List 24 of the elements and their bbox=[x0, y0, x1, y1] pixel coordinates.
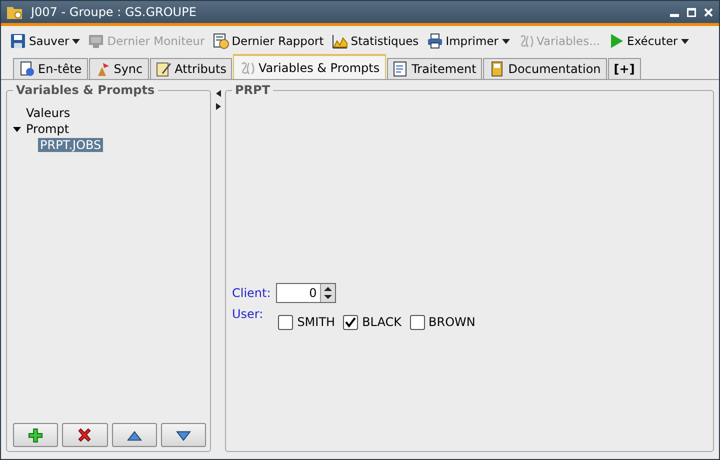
checkbox-label: BROWN bbox=[428, 315, 476, 329]
window-title: J007 - Groupe : GS.GROUPE bbox=[31, 5, 198, 19]
tab[interactable]: Variables & Prompts bbox=[233, 54, 386, 79]
field-label: User: bbox=[232, 306, 264, 320]
panel-title: Variables & Prompts bbox=[13, 83, 158, 97]
toolbar-button[interactable]: Imprimer bbox=[424, 31, 513, 51]
toolbar-button[interactable]: Statistiques bbox=[328, 31, 422, 51]
panel-title: PRPT bbox=[232, 83, 274, 97]
toolbar-button[interactable]: Sauver bbox=[7, 31, 84, 51]
tree-item[interactable]: PRPT.JOBS bbox=[38, 138, 104, 152]
field-label: Client: bbox=[232, 286, 271, 300]
checkbox-label: BLACK bbox=[362, 315, 402, 329]
toolbar-button[interactable]: Dernier Rapport bbox=[210, 31, 327, 51]
tab[interactable]: Documentation bbox=[483, 58, 607, 79]
tree-item[interactable]: Valeurs bbox=[24, 106, 72, 120]
tab[interactable]: Sync bbox=[88, 58, 149, 79]
tab[interactable]: [+] bbox=[608, 58, 641, 79]
toolbar-button[interactable]: Exécuter bbox=[605, 31, 692, 51]
number-spinner[interactable]: 0 bbox=[276, 282, 336, 302]
tab[interactable]: Traitement bbox=[386, 58, 482, 79]
tree-item[interactable]: Prompt bbox=[24, 122, 72, 136]
checkbox-label: SMITH bbox=[297, 315, 336, 329]
tab[interactable]: En-tête bbox=[13, 58, 88, 79]
tab[interactable]: Attributs bbox=[150, 58, 232, 79]
